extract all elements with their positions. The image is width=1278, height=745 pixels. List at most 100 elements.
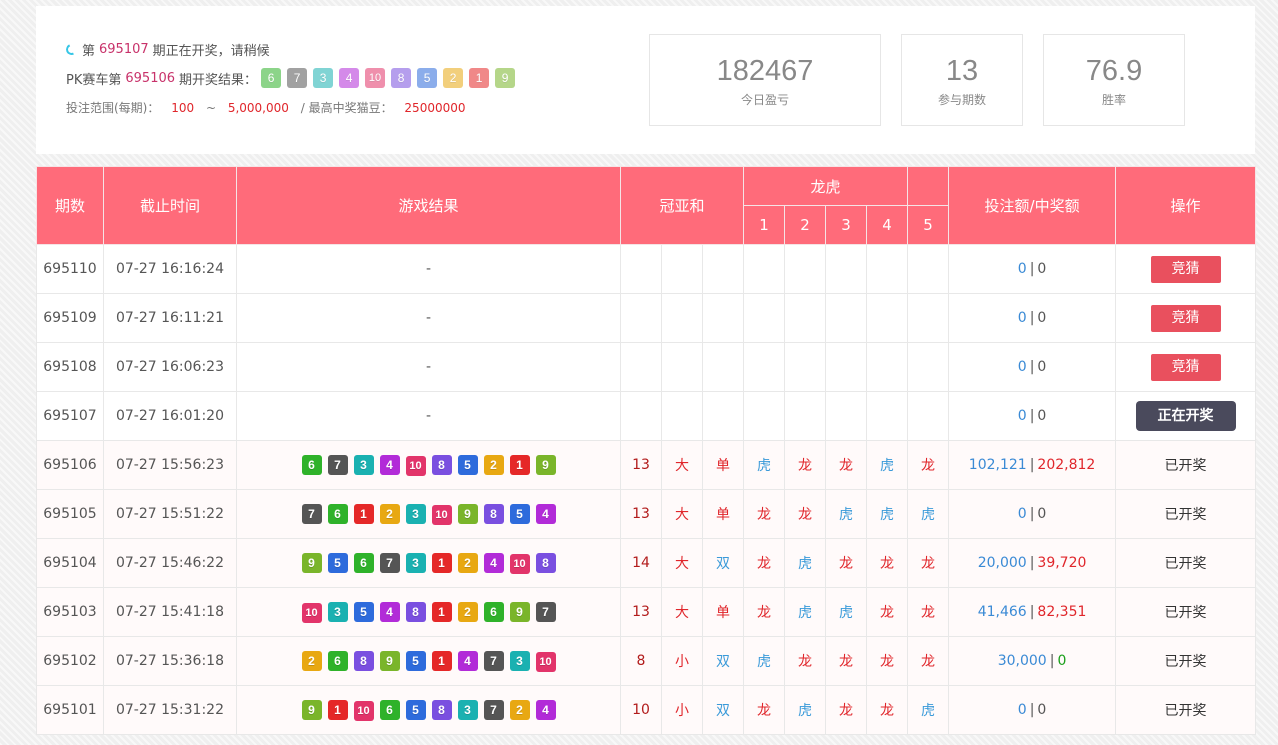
current-draw-status: 第 695107 期正在开奖，请稍候 [64,40,521,59]
amount-separator: | [1029,359,1035,375]
result-ball-4: 4 [483,552,504,573]
cell-amount: 102,121 | 202,812 [948,440,1117,490]
cell-deadline: 07-27 16:01:20 [103,391,237,441]
cell-dragon-tiger-5 [907,293,950,343]
table-row: 695103 07-27 15:41:18 10 3 5 4 8 1 2 6 9 7 13 大单龙虎虎龙龙… [36,587,1257,637]
last-suffix: 期开奖结果： [179,72,258,88]
stat-label: 胜率 [1101,93,1126,107]
cell-parity: 单 [701,489,745,539]
result-ball-10: 10 [535,651,556,672]
cell-parity [701,391,745,441]
cell-issue: 695101 [36,685,104,735]
cell-result: 6 7 3 4 10 8 5 2 1 9 [236,440,621,490]
cell-size: 小 [661,636,703,686]
stat-value: 182467 [716,55,814,87]
cell-deadline: 07-27 15:56:23 [103,440,237,490]
cell-size [661,293,703,343]
cell-result: - [236,244,621,294]
cell-action: 已开奖 [1115,587,1257,637]
result-ball-1: 1 [431,601,452,622]
result-ball-2: 2 [457,601,478,622]
cell-dragon-tiger-3: 虎 [825,489,868,539]
cell-size: 大 [661,489,703,539]
cell-issue: 695108 [36,342,104,392]
cell-dragon-tiger-2: 虎 [784,538,827,588]
cell-dragon-tiger-2 [784,342,827,392]
bet-range-info: 投注范围(每期)： 100 ~ 5,000,000 / 最高中奖猫豆： 2500… [66,99,521,115]
win-amount: 0 [1037,310,1047,326]
result-ball-4: 4 [339,68,360,88]
last-issue-number: 695106 [125,70,176,86]
cell-action: 竞猜 [1115,293,1257,343]
cell-size: 大 [661,587,703,637]
table-row: 695106 07-27 15:56:23 6 7 3 4 10 8 5 2 1 9 13 大单虎龙龙虎龙… [36,440,1257,490]
range-tilde: ~ [205,101,216,115]
result-ball-8: 8 [353,650,374,671]
result-ball-8: 8 [431,699,452,720]
loading-spinner-icon [64,41,79,57]
result-ball-3: 3 [405,552,426,573]
bet-amount: 0 [1017,702,1027,718]
col-dt-2: 2 [784,205,827,245]
cell-action: 竞猜 [1115,244,1257,294]
cell-deadline: 07-27 16:06:23 [103,342,237,392]
summary-panel: 第 695107 期正在开奖，请稍候 PK赛车第 695106 期开奖结果： 6… [36,6,1255,154]
result-ball-1: 1 [469,68,490,88]
result-ball-1: 1 [431,650,452,671]
stat-win-rate: 76.9 胜率 [1043,34,1185,126]
cell-dragon-tiger-3: 虎 [825,587,868,637]
cell-dragon-tiger-3 [825,293,868,343]
current-prefix: 第 [82,43,96,59]
bet-button[interactable]: 竞猜 [1150,255,1221,283]
result-ball-10: 10 [509,553,530,574]
draw-history-table: 期数 截止时间 游戏结果 冠亚和 龙虎 投注额/中奖额 操作 1 2 3 4 5… [36,166,1257,735]
bet-button[interactable]: 竞猜 [1150,353,1221,381]
cell-parity: 单 [701,440,745,490]
result-ball-10: 10 [353,700,374,721]
cell-dragon-tiger-4: 虎 [866,440,909,490]
result-ball-7: 7 [327,454,348,475]
bet-button[interactable]: 竞猜 [1150,304,1221,332]
result-ball-7: 7 [301,503,322,524]
cell-dragon-tiger-2: 虎 [784,685,827,735]
cell-sum [620,293,662,343]
bet-amount: 102,121 [968,457,1027,473]
cell-sum: 14 [620,538,662,588]
cell-dragon-tiger-3: 龙 [825,440,868,490]
cell-dragon-tiger-3 [825,244,868,294]
max-win-label: / 最高中奖猫豆： [300,101,393,115]
cell-dragon-tiger-2: 龙 [784,489,827,539]
cell-amount: 20,000 | 39,720 [948,538,1117,588]
cell-sum: 13 [620,489,662,539]
result-ball-5: 5 [509,503,530,524]
cell-amount: 0 | 0 [948,391,1117,441]
cell-result: - [236,391,621,441]
stat-issues-played: 13 参与期数 [901,34,1023,126]
cell-deadline: 07-27 15:46:22 [103,538,237,588]
result-ball-7: 7 [379,552,400,573]
cell-issue: 695104 [36,538,104,588]
cell-dragon-tiger-4: 龙 [866,636,909,686]
bet-amount: 20,000 [977,555,1027,571]
result-ball-9: 9 [495,68,516,88]
cell-dragon-tiger-5: 龙 [907,440,950,490]
status-drawn: 已开奖 [1164,703,1207,719]
cell-deadline: 07-27 15:41:18 [103,587,237,637]
cell-sum: 10 [620,685,662,735]
win-amount: 0 [1037,359,1047,375]
col-dragon-tiger: 龙虎 [743,166,909,206]
result-ball-2: 2 [483,454,504,475]
cell-amount: 0 | 0 [948,489,1117,539]
result-ball-3: 3 [405,503,426,524]
cell-result: 2 6 8 9 5 1 4 7 3 10 [236,636,621,686]
bet-amount: 0 [1017,359,1027,375]
cell-dragon-tiger-2 [784,244,827,294]
cell-dragon-tiger-1 [743,244,786,294]
last-result-balls: 6 7 3 4 10 8 5 2 1 9 [261,68,521,88]
status-drawn: 已开奖 [1164,507,1207,523]
cell-sum [620,244,662,294]
cell-size: 大 [661,440,703,490]
win-amount: 82,351 [1037,604,1087,620]
last-prefix: PK赛车第 [66,72,122,88]
drawing-button[interactable]: 正在开奖 [1135,401,1236,431]
